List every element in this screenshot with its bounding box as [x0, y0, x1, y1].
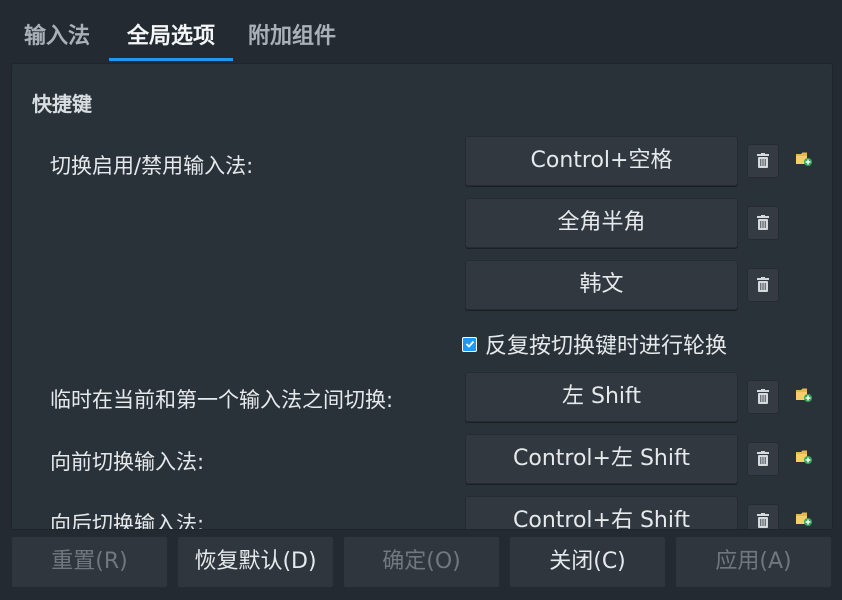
dialog-button-bar: 重置(R) 恢复默认(D) 确定(O) 关闭(C) 应用(A)	[0, 528, 842, 600]
toggle-key-button-3[interactable]: 韩文	[465, 260, 738, 310]
trash-icon	[757, 389, 769, 404]
forward-switch-key-button[interactable]: Control+左 Shift	[465, 434, 738, 484]
backward-switch-label: 向后切换输入法:	[50, 512, 205, 530]
delete-temp-switch-key-button[interactable]	[747, 380, 779, 414]
delete-forward-key-button[interactable]	[747, 442, 779, 476]
delete-backward-key-button[interactable]	[747, 504, 779, 529]
apply-button[interactable]: 应用(A)	[675, 536, 832, 588]
temp-switch-label: 临时在当前和第一个输入法之间切换:	[50, 388, 394, 412]
trash-icon	[757, 215, 769, 230]
add-key-button-toggle[interactable]	[794, 149, 814, 169]
cycle-trigger-checkbox[interactable]	[462, 336, 477, 352]
folder-add-icon	[796, 388, 812, 402]
cycle-trigger-label: 反复按切换键时进行轮换	[485, 334, 728, 359]
trash-icon	[757, 153, 769, 168]
trash-icon	[757, 451, 769, 466]
trash-icon	[757, 513, 769, 528]
forward-switch-label: 向前切换输入法:	[50, 450, 205, 474]
tab-bar: 输入法 全局选项 附加组件	[0, 0, 842, 62]
active-tab-indicator	[109, 58, 233, 61]
temp-switch-key-button[interactable]: 左 Shift	[465, 372, 738, 422]
add-key-button-temp-switch[interactable]	[794, 385, 814, 405]
folder-add-icon	[796, 512, 812, 526]
section-title-shortcuts: 快捷键	[32, 92, 92, 116]
toggle-key-button-2[interactable]: 全角半角	[465, 198, 738, 248]
delete-key-button-3[interactable]	[747, 268, 779, 302]
add-key-button-backward[interactable]	[794, 509, 814, 529]
folder-add-icon	[796, 450, 812, 464]
delete-key-button-2[interactable]	[747, 206, 779, 240]
close-button[interactable]: 关闭(C)	[509, 536, 666, 588]
delete-key-button-1[interactable]	[747, 144, 779, 178]
folder-add-icon	[796, 152, 812, 166]
tab-addons[interactable]: 附加组件	[248, 18, 336, 60]
toggle-key-button-1[interactable]: Control+空格	[465, 136, 738, 186]
cycle-trigger-row: 反复按切换键时进行轮换	[462, 328, 727, 360]
checkmark-icon	[465, 340, 474, 348]
global-options-panel: 快捷键 切换启用/禁用输入法: Control+空格 全角半角 韩文 反复按切换…	[11, 63, 833, 530]
tab-input-method[interactable]: 输入法	[24, 18, 90, 60]
toggle-input-method-label: 切换启用/禁用输入法:	[50, 154, 254, 178]
fcitx-config-window: 输入法 全局选项 附加组件 快捷键 切换启用/禁用输入法: Control+空格	[0, 0, 842, 600]
reset-button[interactable]: 重置(R)	[11, 536, 168, 588]
ok-button[interactable]: 确定(O)	[343, 536, 500, 588]
add-key-button-forward[interactable]	[794, 447, 814, 467]
restore-defaults-button[interactable]: 恢复默认(D)	[177, 536, 334, 588]
tab-global-options[interactable]: 全局选项	[110, 18, 232, 60]
backward-switch-key-button[interactable]: Control+右 Shift	[465, 496, 738, 529]
trash-icon	[757, 277, 769, 292]
